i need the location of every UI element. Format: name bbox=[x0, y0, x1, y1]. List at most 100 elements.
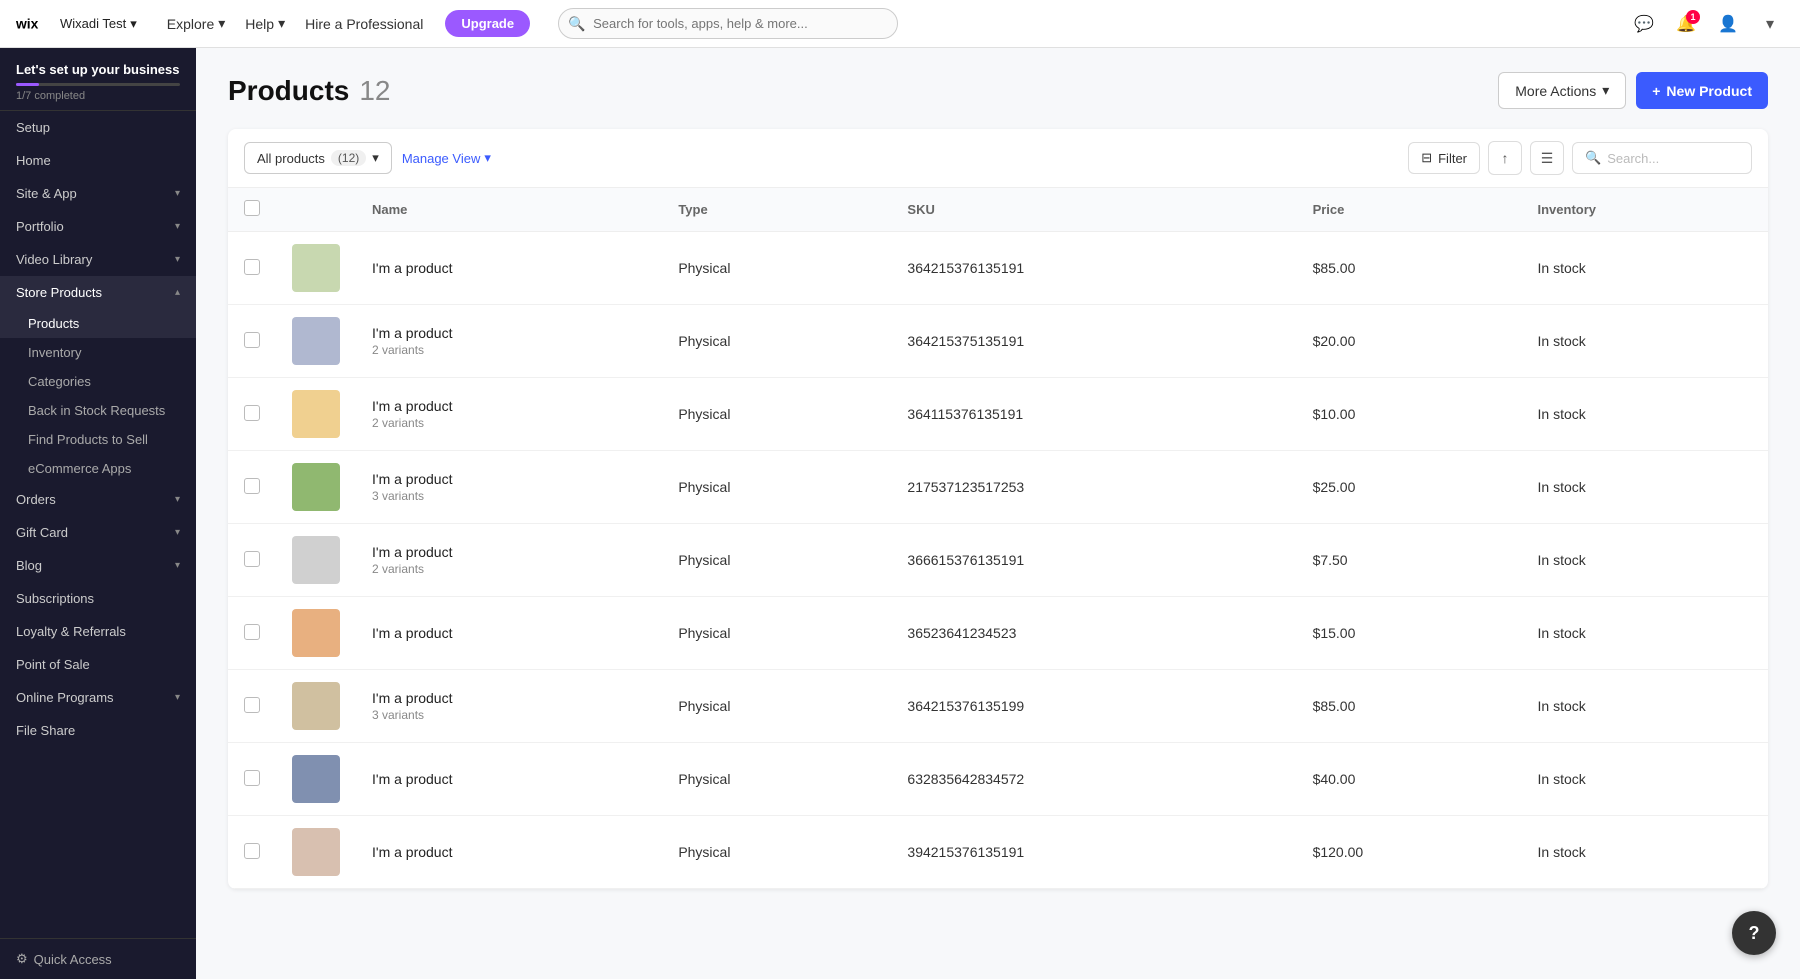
row-checkbox[interactable] bbox=[244, 259, 260, 275]
table-search[interactable]: 🔍 Search... bbox=[1572, 142, 1752, 174]
row-inventory-cell: In stock bbox=[1522, 232, 1769, 305]
sidebar-item-online-programs[interactable]: Online Programs ▾ bbox=[0, 681, 196, 714]
row-checkbox-cell[interactable] bbox=[228, 597, 276, 670]
sidebar-item-setup[interactable]: Setup bbox=[0, 111, 196, 144]
row-checkbox[interactable] bbox=[244, 697, 260, 713]
manage-view-button[interactable]: Manage View ▾ bbox=[402, 150, 491, 166]
row-checkbox[interactable] bbox=[244, 624, 260, 640]
export-button[interactable]: ↑ bbox=[1488, 141, 1522, 175]
setup-title: Let's set up your business bbox=[16, 62, 180, 77]
filter-button[interactable]: ⊟ Filter bbox=[1408, 142, 1480, 174]
row-image-cell bbox=[276, 305, 356, 378]
table-row[interactable]: I'm a product Physical 364215376135191 $… bbox=[228, 232, 1768, 305]
row-image-cell bbox=[276, 743, 356, 816]
account-chevron-icon[interactable]: ▾ bbox=[1756, 10, 1784, 38]
row-image-cell bbox=[276, 451, 356, 524]
sidebar-item-gift-card[interactable]: Gift Card ▾ bbox=[0, 516, 196, 549]
new-product-button[interactable]: + New Product bbox=[1636, 72, 1768, 109]
sidebar-sub-item-inventory[interactable]: Inventory bbox=[0, 338, 196, 367]
row-name-cell[interactable]: I'm a product bbox=[356, 743, 662, 816]
row-checkbox-cell[interactable] bbox=[228, 816, 276, 889]
sidebar-item-blog[interactable]: Blog ▾ bbox=[0, 549, 196, 582]
row-name-cell[interactable]: I'm a product bbox=[356, 232, 662, 305]
sidebar-item-video-library[interactable]: Video Library ▾ bbox=[0, 243, 196, 276]
nav-hire[interactable]: Hire a Professional bbox=[295, 10, 433, 38]
chat-icon[interactable]: 💬 bbox=[1630, 10, 1658, 38]
nav-help[interactable]: Help ▾ bbox=[235, 9, 295, 38]
row-checkbox[interactable] bbox=[244, 478, 260, 494]
quick-access-button[interactable]: ⚙ Quick Access bbox=[16, 951, 180, 967]
row-checkbox[interactable] bbox=[244, 405, 260, 421]
sidebar-sub-item-products[interactable]: Products bbox=[0, 309, 196, 338]
row-checkbox-cell[interactable] bbox=[228, 305, 276, 378]
sidebar-item-store-products[interactable]: Store Products ▴ bbox=[0, 276, 196, 309]
row-checkbox-cell[interactable] bbox=[228, 524, 276, 597]
sidebar-sub-item-categories[interactable]: Categories bbox=[0, 367, 196, 396]
row-name-cell[interactable]: I'm a product 2 variants bbox=[356, 378, 662, 451]
table-row[interactable]: I'm a product 2 variants Physical 364215… bbox=[228, 305, 1768, 378]
more-actions-button[interactable]: More Actions ▾ bbox=[1498, 72, 1626, 109]
table-row[interactable]: I'm a product Physical 36523641234523 $1… bbox=[228, 597, 1768, 670]
sidebar-item-file-share[interactable]: File Share bbox=[0, 714, 196, 747]
header-select-all[interactable] bbox=[228, 188, 276, 232]
select-all-checkbox[interactable] bbox=[244, 200, 260, 216]
header-inventory: Inventory bbox=[1522, 188, 1769, 232]
row-checkbox-cell[interactable] bbox=[228, 378, 276, 451]
sidebar-sub-item-ecommerce-apps[interactable]: eCommerce Apps bbox=[0, 454, 196, 483]
row-checkbox[interactable] bbox=[244, 551, 260, 567]
topbar-right: 💬 🔔 1 👤 ▾ bbox=[1630, 10, 1784, 38]
table-row[interactable]: I'm a product 3 variants Physical 364215… bbox=[228, 670, 1768, 743]
product-image bbox=[292, 828, 340, 876]
product-name: I'm a product bbox=[372, 625, 646, 641]
row-sku-cell: 217537123517253 bbox=[891, 451, 1296, 524]
row-checkbox[interactable] bbox=[244, 770, 260, 786]
row-checkbox-cell[interactable] bbox=[228, 670, 276, 743]
sidebar-item-home[interactable]: Home bbox=[0, 144, 196, 177]
help-button[interactable]: ? bbox=[1732, 911, 1776, 955]
row-checkbox[interactable] bbox=[244, 843, 260, 859]
row-name-cell[interactable]: I'm a product 2 variants bbox=[356, 305, 662, 378]
sidebar-item-orders[interactable]: Orders ▾ bbox=[0, 483, 196, 516]
avatar[interactable]: 👤 bbox=[1714, 10, 1742, 38]
row-checkbox-cell[interactable] bbox=[228, 743, 276, 816]
sidebar-item-point-of-sale[interactable]: Point of Sale bbox=[0, 648, 196, 681]
sidebar-item-site-app[interactable]: Site & App ▾ bbox=[0, 177, 196, 210]
table-row[interactable]: I'm a product Physical 394215376135191 $… bbox=[228, 816, 1768, 889]
row-type-cell: Physical bbox=[662, 378, 891, 451]
gift-card-chevron: ▾ bbox=[175, 527, 180, 538]
notification-badge: 1 bbox=[1686, 10, 1700, 24]
sidebar: Let's set up your business 1/7 completed… bbox=[0, 48, 196, 979]
row-price-cell: $85.00 bbox=[1297, 232, 1522, 305]
sidebar-item-loyalty-referrals[interactable]: Loyalty & Referrals bbox=[0, 615, 196, 648]
filter-dropdown[interactable]: All products (12) ▾ bbox=[244, 142, 392, 174]
workspace-selector[interactable]: Wixadi Test ▾ bbox=[60, 16, 137, 32]
row-name-cell[interactable]: I'm a product 2 variants bbox=[356, 524, 662, 597]
table-row[interactable]: I'm a product 2 variants Physical 366615… bbox=[228, 524, 1768, 597]
product-name: I'm a product bbox=[372, 260, 646, 276]
row-checkbox-cell[interactable] bbox=[228, 232, 276, 305]
workspace-chevron: ▾ bbox=[130, 16, 137, 32]
table-row[interactable]: I'm a product Physical 632835642834572 $… bbox=[228, 743, 1768, 816]
table-row[interactable]: I'm a product 3 variants Physical 217537… bbox=[228, 451, 1768, 524]
row-checkbox[interactable] bbox=[244, 332, 260, 348]
header-sku: SKU bbox=[891, 188, 1296, 232]
row-price-cell: $120.00 bbox=[1297, 816, 1522, 889]
row-name-cell[interactable]: I'm a product 3 variants bbox=[356, 670, 662, 743]
row-name-cell[interactable]: I'm a product 3 variants bbox=[356, 451, 662, 524]
row-type-cell: Physical bbox=[662, 816, 891, 889]
upgrade-button[interactable]: Upgrade bbox=[445, 10, 530, 37]
sidebar-item-portfolio[interactable]: Portfolio ▾ bbox=[0, 210, 196, 243]
row-name-cell[interactable]: I'm a product bbox=[356, 816, 662, 889]
topbar-search-input[interactable] bbox=[558, 8, 898, 39]
sidebar-item-subscriptions[interactable]: Subscriptions bbox=[0, 582, 196, 615]
product-name: I'm a product bbox=[372, 325, 646, 341]
table-row[interactable]: I'm a product 2 variants Physical 364115… bbox=[228, 378, 1768, 451]
sidebar-sub-item-back-in-stock[interactable]: Back in Stock Requests bbox=[0, 396, 196, 425]
product-name: I'm a product bbox=[372, 471, 646, 487]
nav-explore[interactable]: Explore ▾ bbox=[157, 9, 236, 38]
row-checkbox-cell[interactable] bbox=[228, 451, 276, 524]
sidebar-sub-item-find-products[interactable]: Find Products to Sell bbox=[0, 425, 196, 454]
columns-button[interactable]: ☰ bbox=[1530, 141, 1564, 175]
row-name-cell[interactable]: I'm a product bbox=[356, 597, 662, 670]
notifications-icon[interactable]: 🔔 1 bbox=[1672, 10, 1700, 38]
